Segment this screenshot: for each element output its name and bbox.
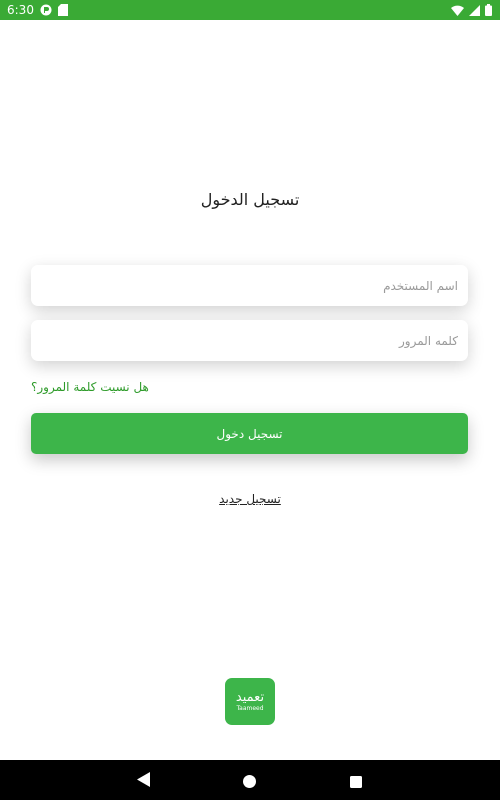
username-field-container bbox=[31, 265, 468, 306]
login-button[interactable]: تسجيل دخول bbox=[31, 413, 468, 454]
logo-latin-text: Taameed bbox=[236, 704, 264, 712]
password-input[interactable] bbox=[31, 320, 468, 361]
password-field-container bbox=[31, 320, 468, 361]
recents-icon[interactable] bbox=[350, 773, 362, 792]
wifi-icon bbox=[451, 5, 464, 16]
home-icon[interactable] bbox=[243, 773, 256, 792]
sd-card-icon bbox=[58, 4, 68, 16]
battery-icon bbox=[485, 4, 492, 16]
status-bar: 6:30 bbox=[0, 0, 500, 20]
register-link-row: تسجيل جديد bbox=[0, 492, 500, 506]
signal-icon bbox=[469, 4, 480, 16]
page-title: تسجيل الدخول bbox=[200, 190, 300, 209]
register-link[interactable]: تسجيل جديد bbox=[219, 492, 281, 506]
back-icon[interactable] bbox=[137, 772, 150, 791]
logo-arabic-text: تعميد bbox=[235, 689, 265, 705]
notification-app-icon bbox=[40, 4, 52, 16]
status-time: 6:30 bbox=[7, 3, 34, 17]
app-logo: تعميد Taameed bbox=[225, 678, 275, 725]
login-button-label: تسجيل دخول bbox=[216, 426, 283, 441]
username-input[interactable] bbox=[31, 265, 468, 306]
navigation-bar bbox=[0, 760, 500, 800]
forgot-password-link[interactable]: هل نسيت كلمة المرور؟ bbox=[31, 380, 149, 394]
